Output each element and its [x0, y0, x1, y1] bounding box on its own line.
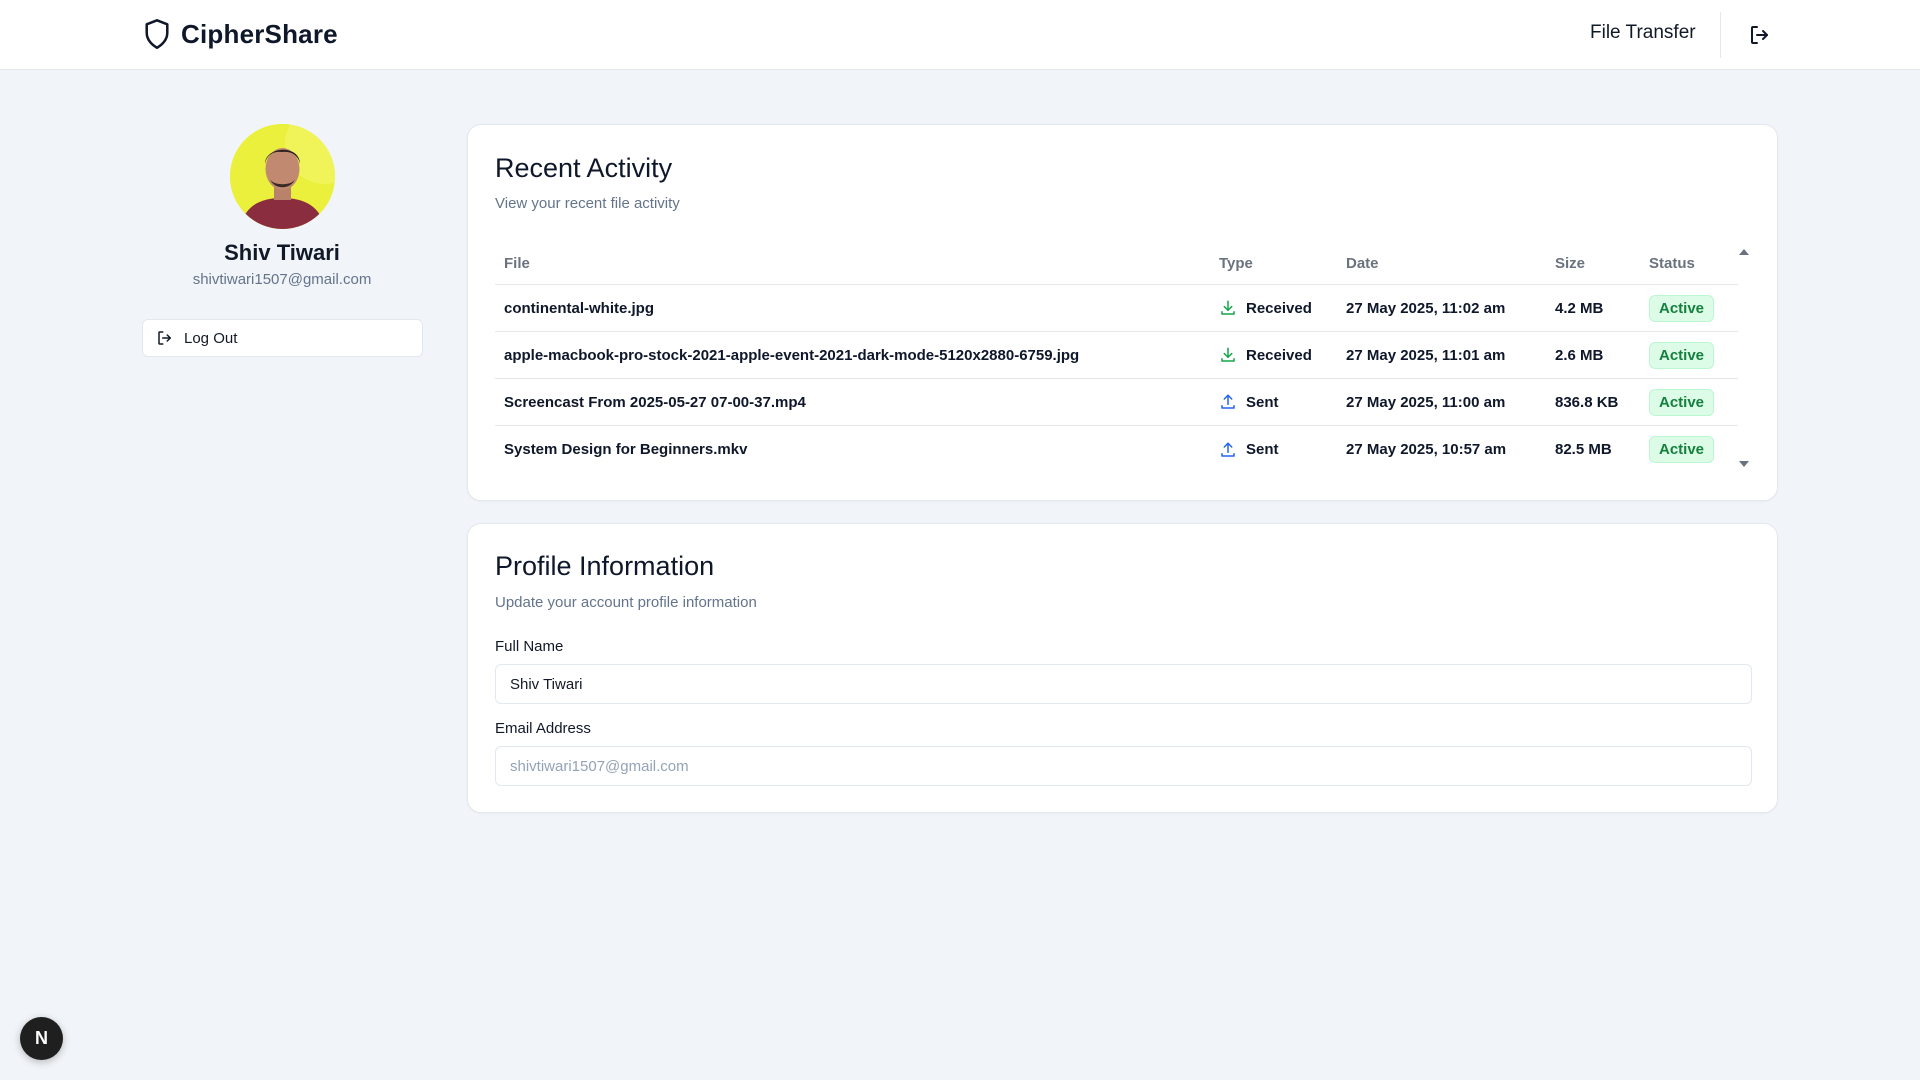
log-out-label: Log Out — [184, 329, 238, 347]
shield-icon — [145, 19, 169, 49]
logout-icon[interactable] — [1748, 23, 1772, 47]
table-row[interactable]: Screencast From 2025-05-27 07-00-37.mp4 … — [495, 379, 1738, 426]
logout-icon — [158, 331, 171, 345]
file-type: Received — [1219, 346, 1312, 364]
table-header: File Type Date Size Status — [495, 243, 1738, 285]
table-row[interactable]: apple-macbook-pro-stock-2021-apple-event… — [495, 332, 1738, 379]
column-header-date[interactable]: Date — [1346, 255, 1379, 272]
scroll-up-arrow[interactable] — [1739, 249, 1749, 255]
file-date: 27 May 2025, 11:01 am — [1346, 346, 1506, 364]
email-label: Email Address — [495, 720, 591, 737]
column-header-status[interactable]: Status — [1649, 255, 1695, 272]
file-type-label: Received — [1246, 299, 1312, 317]
brand-name: CipherShare — [181, 18, 338, 49]
status-badge: Active — [1649, 341, 1715, 369]
file-type-label: Received — [1246, 346, 1312, 364]
file-type-label: Sent — [1246, 393, 1279, 411]
status-badge: Active — [1649, 388, 1715, 416]
file-transfer-link[interactable]: File Transfer — [1590, 22, 1696, 44]
file-size: 836.8 KB — [1555, 393, 1619, 411]
file-size: 4.2 MB — [1555, 299, 1604, 317]
email-input[interactable] — [495, 746, 1752, 786]
scroll-down-arrow[interactable] — [1739, 461, 1749, 467]
column-header-size[interactable]: Size — [1555, 255, 1585, 272]
upload-icon — [1221, 442, 1235, 457]
column-header-type[interactable]: Type — [1219, 255, 1253, 272]
status-cell: Active — [1649, 294, 1715, 322]
file-type: Sent — [1219, 393, 1279, 411]
profile-information-subtitle: Update your account profile information — [495, 594, 757, 611]
file-type: Sent — [1219, 441, 1279, 459]
file-name: continental-white.jpg — [504, 299, 654, 317]
status-cell: Active — [1649, 436, 1715, 463]
file-name: Screencast From 2025-05-27 07-00-37.mp4 — [504, 393, 806, 411]
avatar — [230, 124, 335, 229]
table-row[interactable]: System Design for Beginners.mkv Sent 27 … — [495, 426, 1738, 473]
file-size: 2.6 MB — [1555, 346, 1604, 364]
recent-activity-subtitle: View your recent file activity — [495, 195, 680, 212]
brand[interactable]: CipherShare — [143, 18, 338, 50]
full-name-input[interactable] — [495, 664, 1752, 704]
nav-divider — [1720, 12, 1721, 58]
table-row[interactable]: continental-white.jpg Received 27 May 20… — [495, 285, 1738, 332]
activity-table: File Type Date Size Status continental-w… — [495, 243, 1738, 473]
profile-email: shivtiwari1507@gmail.com — [192, 271, 372, 288]
upload-icon — [1221, 394, 1235, 409]
file-date: 27 May 2025, 11:00 am — [1346, 393, 1506, 411]
next-devtools-badge[interactable]: N — [20, 1017, 63, 1060]
file-type-label: Sent — [1246, 441, 1279, 458]
log-out-button[interactable]: Log Out — [142, 319, 423, 357]
download-icon — [1221, 300, 1235, 315]
profile-information-card: Profile Information Update your account … — [467, 523, 1778, 813]
profile-name: Shiv Tiwari — [224, 240, 340, 265]
download-icon — [1221, 347, 1235, 362]
profile-information-title: Profile Information — [495, 551, 715, 581]
file-type: Received — [1219, 299, 1312, 317]
file-date: 27 May 2025, 11:02 am — [1346, 299, 1506, 317]
file-date: 27 May 2025, 10:57 am — [1346, 441, 1507, 458]
status-badge: Active — [1649, 294, 1715, 322]
status-cell: Active — [1649, 388, 1715, 416]
recent-activity-title: Recent Activity — [495, 153, 673, 183]
recent-activity-card: Recent Activity View your recent file ac… — [467, 124, 1778, 501]
status-badge: Active — [1649, 436, 1715, 463]
status-cell: Active — [1649, 341, 1715, 369]
top-navbar: CipherShare File Transfer — [0, 0, 1920, 70]
file-name: apple-macbook-pro-stock-2021-apple-event… — [504, 346, 1080, 364]
column-header-file[interactable]: File — [504, 255, 530, 272]
file-size: 82.5 MB — [1555, 441, 1612, 458]
full-name-label: Full Name — [495, 638, 564, 655]
file-name: System Design for Beginners.mkv — [504, 441, 748, 458]
